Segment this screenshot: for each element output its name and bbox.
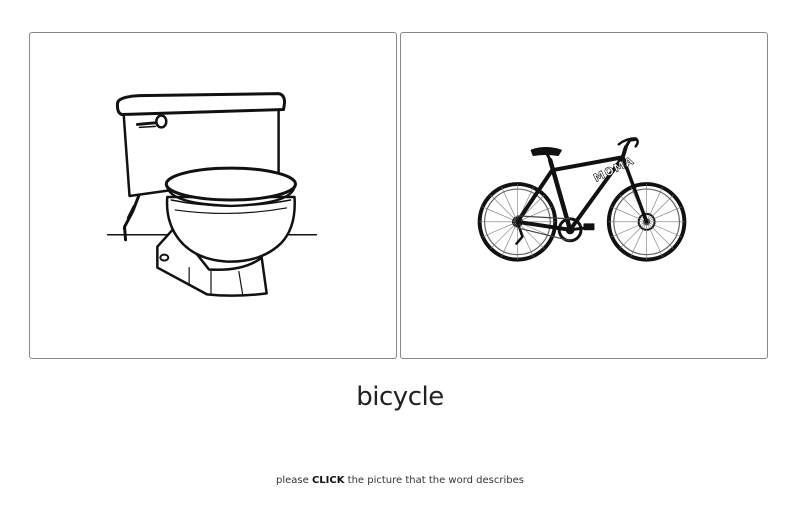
instruction-before: please — [275, 475, 312, 486]
choice-card-toilet[interactable] — [29, 32, 397, 359]
instruction-emphasis: CLICK — [311, 475, 345, 486]
choice-card-bicycle[interactable]: MOMA — [400, 32, 768, 359]
bicycle-icon: MOMA — [477, 137, 687, 262]
instruction-after: the picture that the word describes — [344, 475, 524, 486]
toilet-icon — [106, 92, 318, 297]
target-word: bicycle — [356, 382, 444, 412]
picture-word-task: MOMA bicycle please CLICK the picture th… — [0, 0, 800, 522]
instruction-text: please CLICK the picture that the word d… — [0, 475, 800, 486]
